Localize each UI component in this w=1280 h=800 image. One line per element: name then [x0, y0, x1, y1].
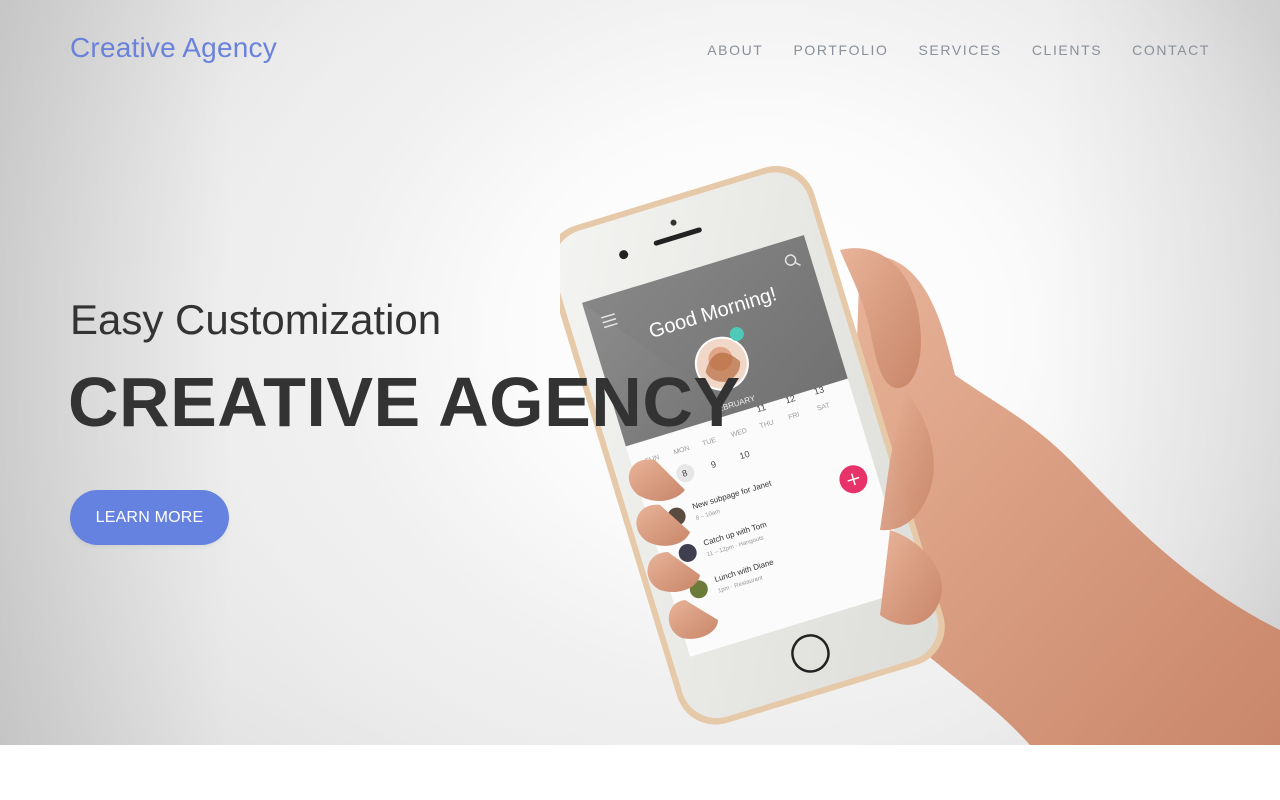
hero-title: CREATIVE AGENCY — [68, 363, 741, 441]
hero-section: Creative Agency ABOUT PORTFOLIO SERVICES… — [0, 0, 1280, 745]
main-nav: ABOUT PORTFOLIO SERVICES CLIENTS CONTACT — [707, 42, 1210, 58]
nav-item-clients[interactable]: CLIENTS — [1032, 42, 1102, 58]
brand-logo[interactable]: Creative Agency — [70, 32, 277, 64]
nav-item-about[interactable]: ABOUT — [707, 42, 763, 58]
nav-item-contact[interactable]: CONTACT — [1132, 42, 1210, 58]
hand-holding-phone-image: Good Morning! FEBRUARY SUN MON TUE WED T… — [560, 165, 1280, 745]
nav-item-services[interactable]: SERVICES — [918, 42, 1001, 58]
hero-subtitle: Easy Customization — [70, 296, 442, 343]
learn-more-button[interactable]: LEARN MORE — [70, 490, 229, 545]
nav-item-portfolio[interactable]: PORTFOLIO — [793, 42, 888, 58]
